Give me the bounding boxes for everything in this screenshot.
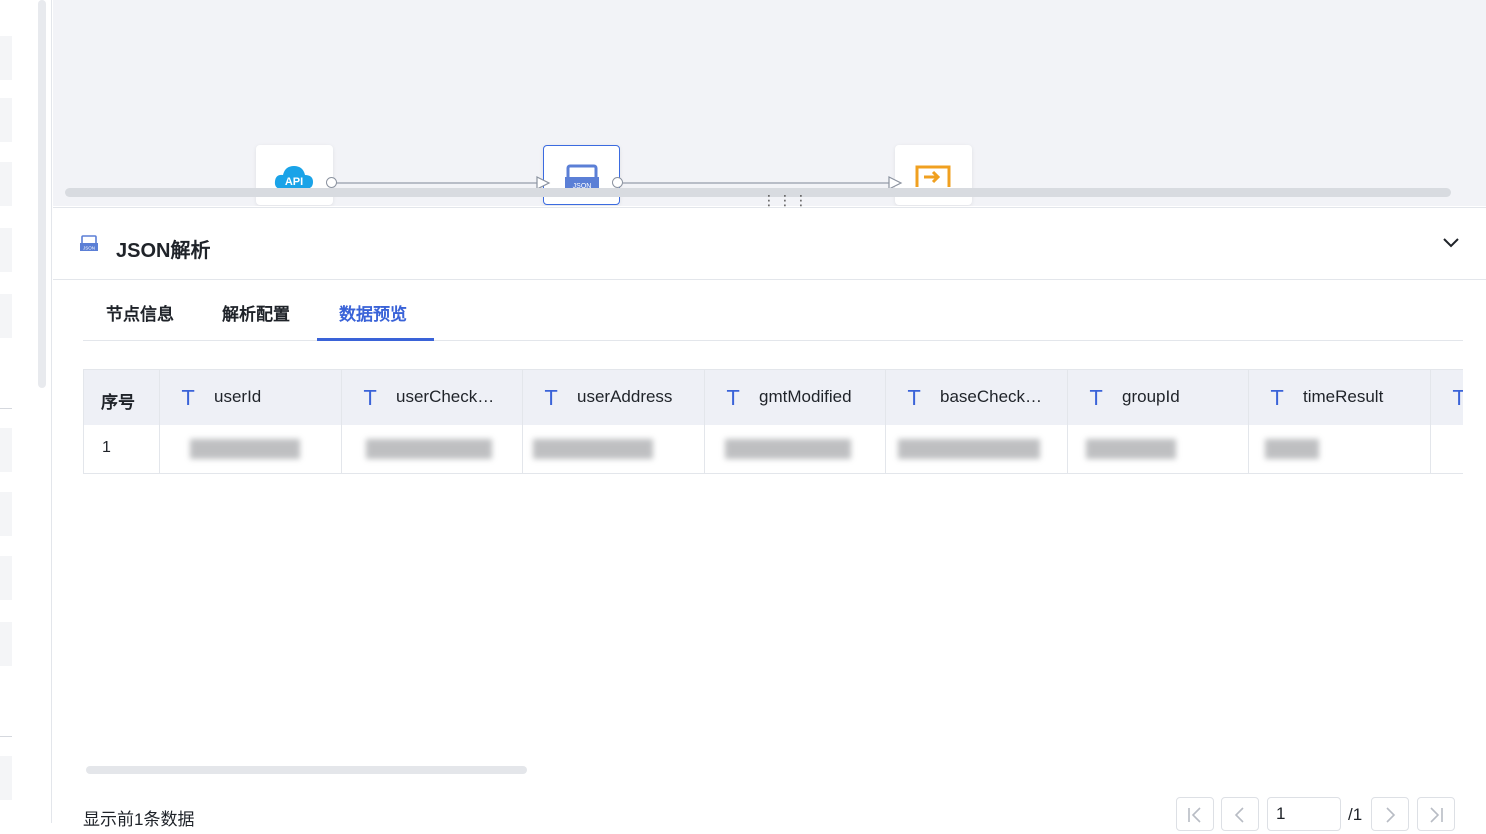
sidebar-divider bbox=[0, 408, 12, 409]
first-page-button[interactable] bbox=[1176, 797, 1214, 831]
table-header-cell[interactable]: T timeResult bbox=[1249, 370, 1431, 425]
resize-handle-icon[interactable]: ⋮⋮⋮ bbox=[762, 193, 810, 207]
tab-parse-config[interactable]: 解析配置 bbox=[222, 300, 290, 325]
flow-edge[interactable] bbox=[335, 182, 543, 184]
table-row[interactable]: 1 bbox=[83, 425, 1463, 474]
last-page-button[interactable] bbox=[1417, 797, 1455, 831]
sidebar-item[interactable] bbox=[0, 162, 12, 206]
column-label: groupId bbox=[1122, 387, 1180, 406]
json-file-icon: JSON bbox=[80, 235, 98, 251]
seq-header-label: 序号 bbox=[101, 393, 135, 412]
table-cell-redacted bbox=[523, 425, 705, 473]
text-type-icon: T bbox=[1090, 386, 1103, 410]
canvas-horizontal-scrollbar[interactable] bbox=[65, 188, 1451, 197]
sidebar-item[interactable] bbox=[0, 294, 12, 338]
column-label: userId bbox=[214, 387, 262, 406]
column-label: userAddress bbox=[577, 387, 673, 406]
page-total: /1 bbox=[1348, 805, 1363, 824]
output-port[interactable] bbox=[612, 177, 623, 188]
flow-edge[interactable] bbox=[623, 182, 893, 184]
table-header-cell[interactable]: T userAddress bbox=[523, 370, 705, 425]
chevron-left-icon bbox=[1234, 807, 1244, 823]
column-label: gmtModified bbox=[759, 387, 852, 406]
table-header-cell[interactable]: T groupId bbox=[1068, 370, 1249, 425]
table-cell-redacted bbox=[342, 425, 523, 473]
tab-node-info[interactable]: 节点信息 bbox=[106, 300, 174, 325]
svg-text:API: API bbox=[285, 176, 303, 188]
left-sidebar bbox=[0, 0, 52, 823]
text-type-icon: T bbox=[545, 386, 558, 410]
column-label: baseCheck… bbox=[940, 387, 1043, 406]
preview-summary: 显示前1条数据 bbox=[83, 810, 195, 829]
table-cell-redacted bbox=[160, 425, 342, 473]
table-header-cell[interactable]: T gmtModified bbox=[705, 370, 886, 425]
table-horizontal-scrollbar[interactable] bbox=[86, 766, 527, 774]
table-header-cell: 序号 bbox=[83, 370, 160, 425]
text-type-icon: T bbox=[182, 386, 195, 410]
sidebar-item[interactable] bbox=[0, 756, 12, 800]
sidebar-divider bbox=[0, 736, 12, 737]
sidebar-item[interactable] bbox=[0, 492, 12, 536]
table-cell-redacted bbox=[705, 425, 886, 473]
page-number-input[interactable]: 1 bbox=[1267, 797, 1341, 831]
text-type-icon: T bbox=[908, 386, 921, 410]
table-cell: 1 bbox=[83, 425, 160, 473]
table-header-cell[interactable]: T userCheck… bbox=[342, 370, 523, 425]
output-port[interactable] bbox=[326, 177, 337, 188]
table-header-row: 序号 T userId T userCheck… T userAddress T… bbox=[83, 370, 1463, 425]
sidebar-item[interactable] bbox=[0, 36, 12, 80]
column-label: userCheck… bbox=[396, 387, 495, 406]
table-cell bbox=[1431, 425, 1463, 473]
column-label: timeResult bbox=[1303, 387, 1384, 406]
table-header-cell[interactable]: T baseCheck… bbox=[886, 370, 1068, 425]
chevron-right-icon bbox=[1386, 807, 1396, 823]
panel-title: JSON解析 bbox=[116, 240, 211, 262]
text-type-icon: T bbox=[1453, 386, 1463, 410]
text-type-icon: T bbox=[364, 386, 377, 410]
svg-text:JSON: JSON bbox=[83, 246, 95, 251]
table-cell-redacted bbox=[886, 425, 1068, 473]
text-type-icon: T bbox=[1271, 386, 1284, 410]
active-tab-indicator bbox=[317, 338, 434, 341]
table-header-cell[interactable]: T userId bbox=[160, 370, 342, 425]
tab-data-preview[interactable]: 数据预览 bbox=[339, 300, 407, 325]
last-page-icon bbox=[1430, 807, 1443, 823]
output-arrow-icon bbox=[915, 165, 951, 187]
node-detail-panel: JSON JSON解析 节点信息 解析配置 数据预览 序号 T userId T… bbox=[53, 207, 1486, 831]
chevron-down-icon[interactable] bbox=[1442, 236, 1460, 250]
table-cell-redacted bbox=[1068, 425, 1249, 473]
next-page-button[interactable] bbox=[1371, 797, 1409, 831]
seq-value: 1 bbox=[102, 439, 111, 456]
panel-header: JSON JSON解析 bbox=[53, 208, 1486, 280]
flow-canvas[interactable]: API JSON bbox=[53, 0, 1486, 206]
data-preview-table: 序号 T userId T userCheck… T userAddress T… bbox=[83, 369, 1463, 475]
sidebar-item[interactable] bbox=[0, 98, 12, 142]
api-cloud-icon: API bbox=[274, 166, 313, 189]
sidebar-item[interactable] bbox=[0, 228, 12, 272]
text-type-icon: T bbox=[727, 386, 740, 410]
table-header-cell[interactable]: T bbox=[1431, 370, 1463, 425]
prev-page-button[interactable] bbox=[1221, 797, 1259, 831]
panel-tabs: 节点信息 解析配置 数据预览 bbox=[83, 283, 1463, 341]
first-page-icon bbox=[1188, 807, 1201, 823]
sidebar-item[interactable] bbox=[0, 556, 12, 600]
sidebar-scrollbar[interactable] bbox=[38, 0, 46, 388]
sidebar-item[interactable] bbox=[0, 428, 12, 472]
sidebar-item[interactable] bbox=[0, 622, 12, 666]
table-cell-redacted bbox=[1249, 425, 1431, 473]
